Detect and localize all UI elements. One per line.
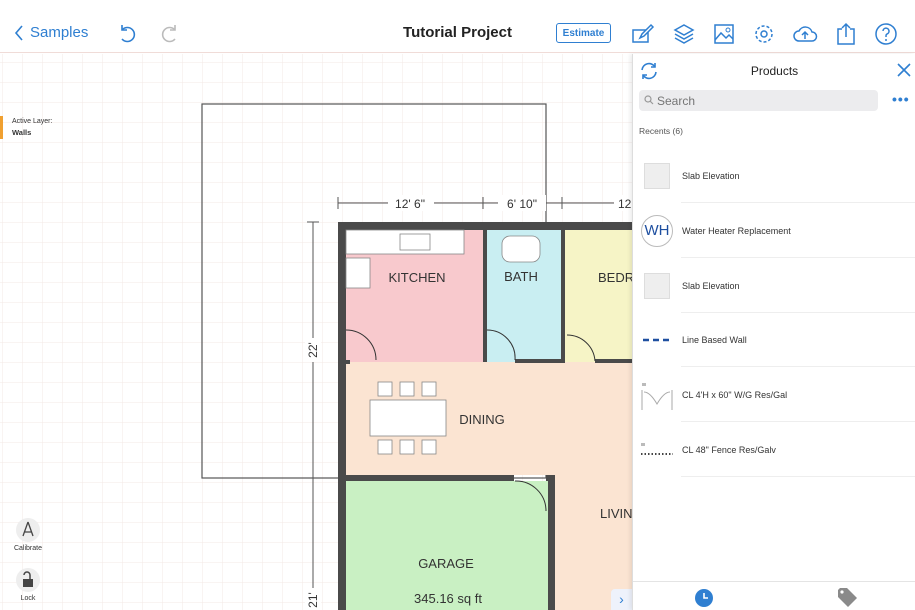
top-toolbar: Samples Tutorial Project Estimate [0,0,915,53]
edit-icon[interactable] [631,22,655,46]
garage-area: 345.16 sq ft [414,591,482,606]
estimate-button[interactable]: Estimate [556,23,611,43]
gear-icon[interactable] [752,22,776,46]
room-label-bedroom: BEDR [598,270,632,285]
undo-icon[interactable] [116,22,140,46]
item-label: Slab Elevation [682,280,740,291]
redo-icon[interactable] [157,22,181,46]
fence-icon [639,432,675,468]
list-item[interactable]: Slab Elevation [633,148,915,203]
item-label: Line Based Wall [682,334,747,345]
recents-label: Recents (6) [639,126,683,136]
calibrate-button[interactable]: Calibrate [8,517,48,552]
slab-thumbnail-icon [639,268,675,304]
dimension-label: 22' [306,342,320,358]
back-button[interactable]: Samples [14,24,88,41]
dimension-label: 6' 10" [507,197,537,211]
calibrate-icon [16,518,40,542]
list-item[interactable]: CL 4'H x 60" W/G Res/Gal [633,367,915,422]
floor-plan-canvas[interactable]: 12' 6" 6' 10" 12 22' 21' KITCHEN BATH BE… [0,54,632,610]
floor-plan: 12' 6" 6' 10" 12 22' 21' KITCHEN BATH BE… [0,54,632,610]
room-label-dining: DINING [459,412,505,427]
cloud-upload-icon[interactable] [792,22,818,46]
list-item[interactable]: Line Based Wall [633,312,915,367]
lock-label: Lock [20,595,36,602]
dimension-label: 12 [618,197,632,211]
more-options-button[interactable]: ••• [892,91,910,107]
item-label: Water Heater Replacement [682,225,791,236]
close-icon[interactable] [897,63,911,77]
room-bedroom [565,230,632,362]
layers-icon[interactable] [672,22,696,46]
dimension-label: 12' 6" [395,197,425,211]
calibrate-label: Calibrate [13,545,42,552]
active-layer-value: Walls [12,128,32,137]
room-label-living: LIVIN [600,506,632,521]
panel-title: Products [750,64,799,78]
gate-icon [639,377,675,413]
room-label-garage: GARAGE [418,556,474,571]
lock-button[interactable]: Lock [8,567,48,602]
water-heater-thumbnail-icon: WH [639,213,675,249]
panel-tab-bar [633,581,915,610]
list-item[interactable]: Slab Elevation [633,258,915,313]
clock-icon[interactable] [695,589,713,607]
products-panel: Products ••• Recents (6) Slab Elevation … [632,54,915,610]
item-label: Slab Elevation [682,170,740,181]
room-label-bath: BATH [504,269,538,284]
item-label: CL 48" Fence Res/Galv [682,444,776,455]
list-item[interactable]: CL 48" Fence Res/Galv [633,422,915,477]
tag-icon[interactable] [836,586,858,608]
share-icon[interactable] [834,22,858,46]
help-icon[interactable] [874,22,898,46]
unlock-icon [16,568,40,592]
expand-panel-button[interactable]: › [611,589,632,610]
active-layer-label: Active Layer: [12,118,53,125]
list-item[interactable]: WH Water Heater Replacement [633,203,915,258]
search-input[interactable] [639,90,878,111]
dimension-label: 21' [306,592,320,608]
chevron-left-icon [14,24,23,41]
image-icon[interactable] [712,22,736,46]
room-label-kitchen: KITCHEN [388,270,445,285]
slab-thumbnail-icon [639,158,675,194]
item-label: CL 4'H x 60" W/G Res/Gal [682,389,788,400]
search-icon [644,95,654,105]
active-layer-indicator[interactable]: Active Layer: Walls [0,116,52,139]
back-label: Samples [30,24,89,41]
dashed-line-icon [639,322,675,358]
